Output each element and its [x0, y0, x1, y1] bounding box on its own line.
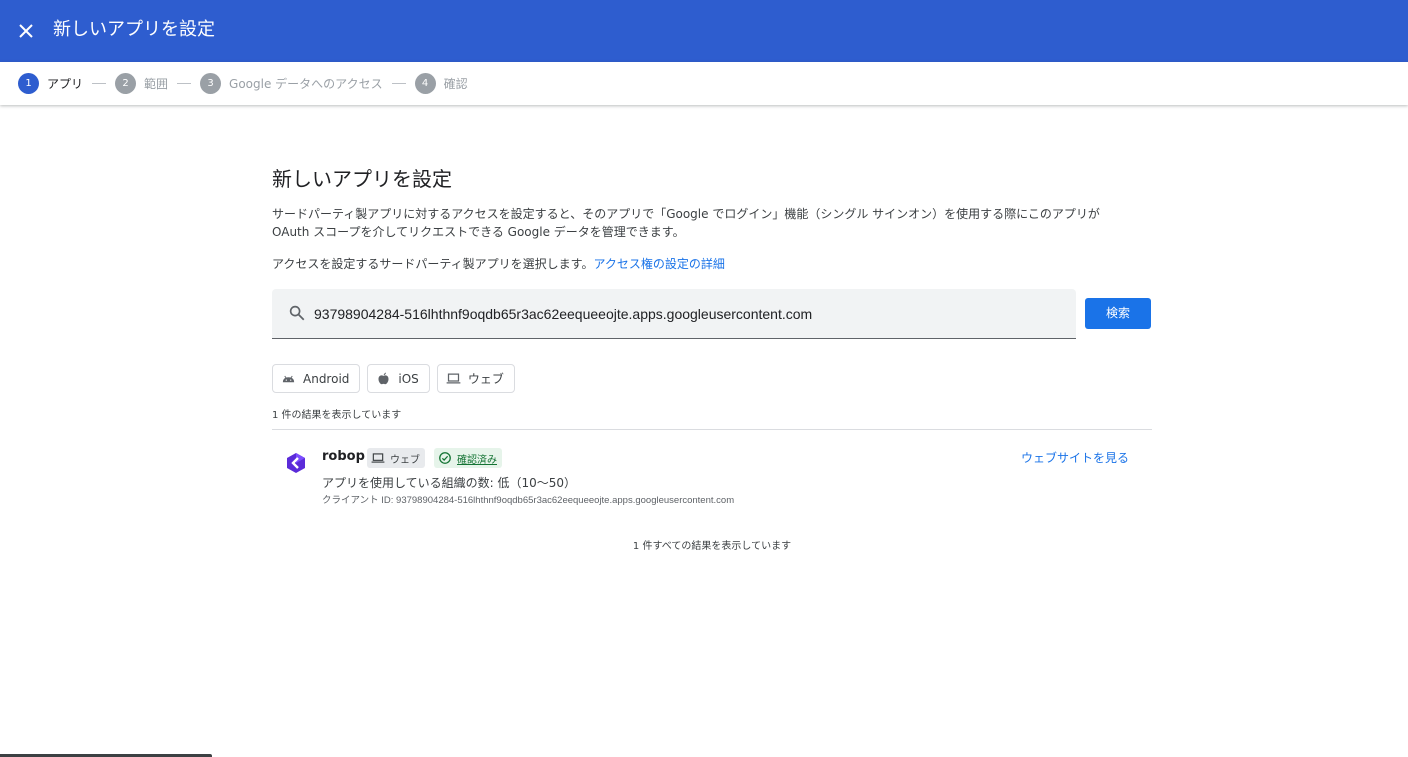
search-input[interactable] — [314, 302, 1064, 326]
platform-filters: Android iOS ウェブ — [272, 364, 522, 393]
step-google-data-access[interactable]: 3 Google データへのアクセス — [200, 73, 383, 94]
step-number: 3 — [200, 73, 222, 94]
apple-icon — [378, 372, 389, 385]
filter-label: Android — [303, 371, 350, 386]
select-instruction: アクセスを設定するサードパーティ製アプリを選択します。アクセス権の設定の詳細 — [272, 255, 1152, 273]
laptop-icon — [446, 373, 461, 384]
search-button[interactable]: 検索 — [1085, 298, 1151, 329]
step-separator — [177, 83, 192, 84]
android-icon — [282, 375, 295, 383]
main-content: 新しいアプリを設定 サードパーティ製アプリに対するアクセスを設定すると、そのアプ… — [272, 160, 1152, 552]
select-text: アクセスを設定するサードパーティ製アプリを選択します。 — [272, 257, 594, 271]
step-number: 2 — [115, 73, 137, 94]
search-icon — [289, 305, 305, 321]
verified-badge-label: 確認済み — [457, 454, 497, 466]
client-id-label: クライアント ID: — [322, 495, 397, 506]
filter-web[interactable]: ウェブ — [436, 364, 515, 393]
divider — [272, 429, 1152, 430]
access-settings-link[interactable]: アクセス権の設定の詳細 — [593, 257, 724, 271]
type-badge: ウェブ — [367, 448, 425, 468]
step-separator — [391, 83, 406, 84]
filter-ios[interactable]: iOS — [367, 364, 430, 393]
verified-badge[interactable]: 確認済み — [434, 448, 502, 468]
search-box[interactable] — [272, 289, 1076, 339]
laptop-icon — [371, 453, 385, 463]
result-count: 1 件の結果を表示しています — [272, 410, 402, 421]
page-header-title: 新しいアプリを設定 — [53, 19, 215, 40]
top-app-bar: 新しいアプリを設定 — [0, 0, 1408, 62]
stepper: 1 アプリ 2 範囲 3 Google データへのアクセス 4 確認 — [0, 62, 1408, 105]
step-confirm[interactable]: 4 確認 — [414, 73, 468, 94]
step-app[interactable]: 1 アプリ — [18, 73, 83, 94]
step-separator — [92, 83, 107, 84]
description-line-2: OAuth スコープを介してリクエストできる Google データを管理できます… — [272, 225, 685, 239]
step-label: Google データへのアクセス — [229, 77, 383, 91]
step-label: アプリ — [47, 77, 84, 91]
client-id-line: クライアント ID: 93798904284-516lhthnf9oqdb65r… — [322, 492, 734, 506]
step-label: 範囲 — [144, 77, 169, 91]
check-circle-icon — [439, 452, 451, 464]
filter-label: ウェブ — [467, 372, 504, 386]
client-id-value: 93798904284-516lhthnf9oqdb65r3ac62eequee… — [396, 495, 735, 506]
close-button[interactable] — [14, 19, 38, 43]
close-icon — [19, 24, 33, 38]
org-usage: アプリを使用している組織の数: 低（10〜50） — [322, 476, 577, 490]
description: サードパーティ製アプリに対するアクセスを設定すると、そのアプリで「Google … — [272, 205, 1152, 241]
filter-android[interactable]: Android — [272, 364, 361, 393]
filter-label: iOS — [398, 371, 419, 386]
app-logo-icon — [287, 453, 305, 473]
step-number: 4 — [414, 73, 436, 94]
type-badge-label: ウェブ — [390, 454, 420, 466]
step-label: 確認 — [443, 77, 468, 91]
step-number: 1 — [18, 73, 39, 94]
page-title: 新しいアプリを設定 — [272, 167, 452, 191]
result-row[interactable]: robop ウェブ 確認済み アプリを使用している組織の数: 低（10〜50） … — [272, 446, 1152, 506]
visit-website-link[interactable]: ウェブサイトを見る — [1021, 449, 1129, 466]
app-name[interactable]: robop — [322, 449, 365, 464]
all-results-text: 1 件すべての結果を表示しています — [632, 541, 792, 552]
step-scope[interactable]: 2 範囲 — [115, 73, 168, 94]
search-row: 検索 — [272, 289, 1152, 339]
description-line-1: サードパーティ製アプリに対するアクセスを設定すると、そのアプリで「Google … — [272, 207, 1100, 221]
